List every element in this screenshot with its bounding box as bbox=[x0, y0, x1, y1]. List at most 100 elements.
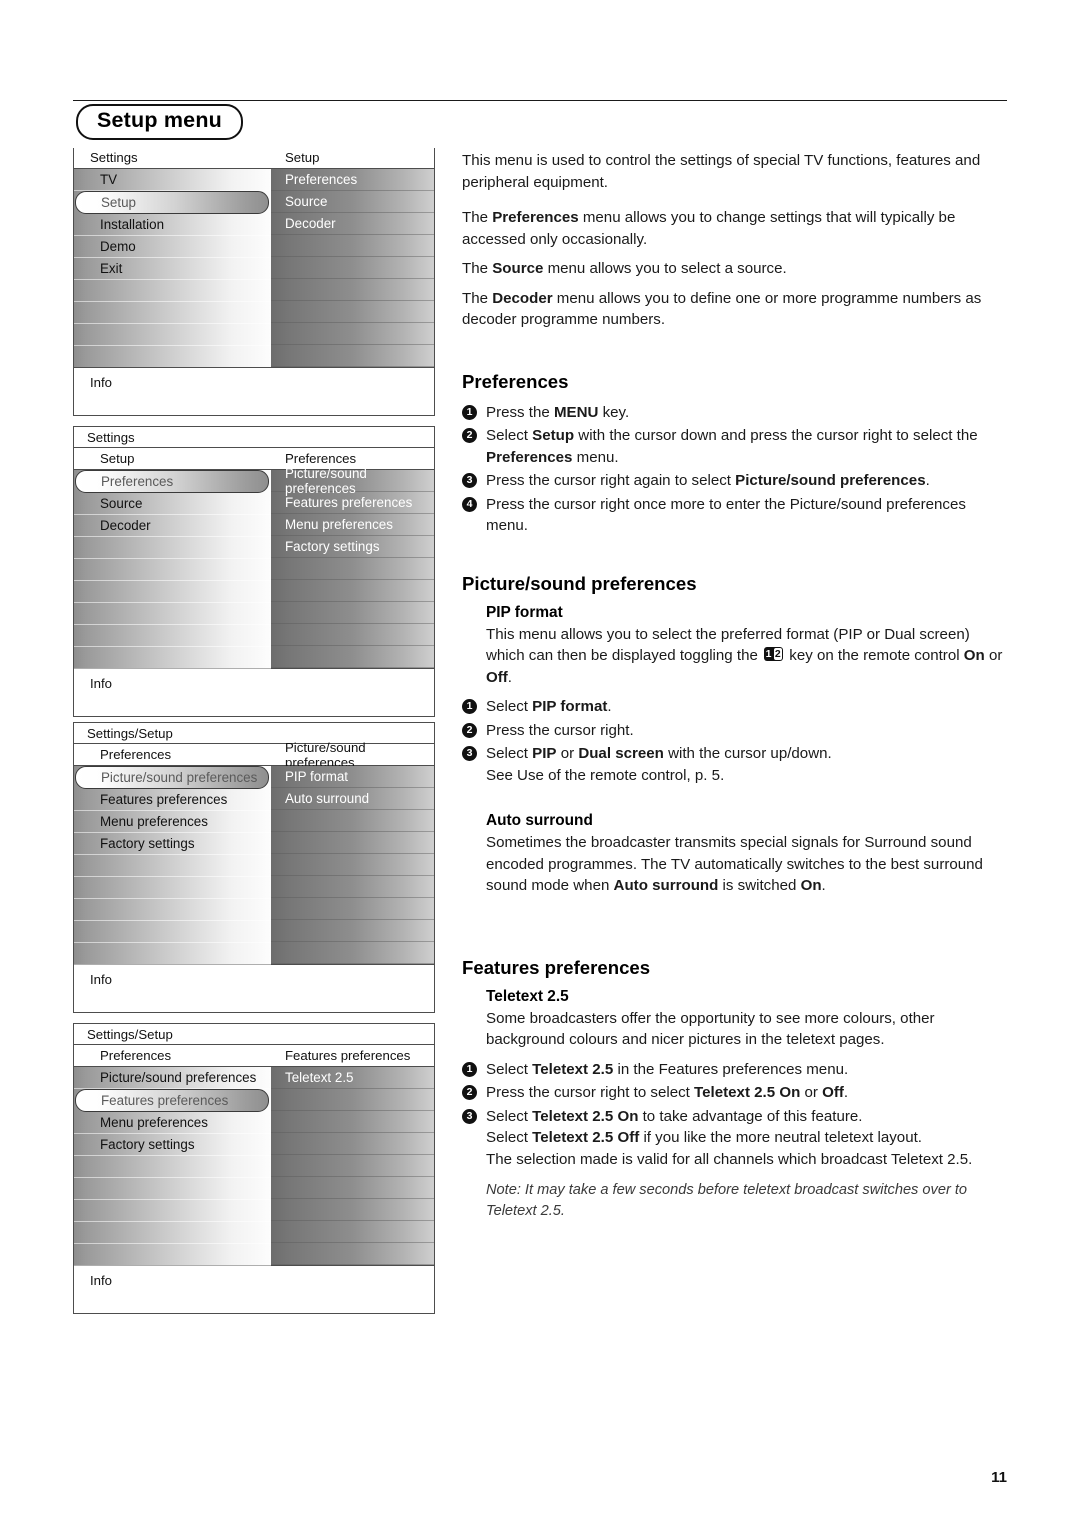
osd-list-item[interactable]: Menu preferences bbox=[74, 1112, 271, 1134]
step-number-badge: 3 bbox=[462, 473, 477, 488]
text-fragment: . bbox=[507, 668, 512, 686]
osd-list-item[interactable]: Menu preferences bbox=[74, 811, 271, 833]
osd-list-item[interactable]: PIP format bbox=[271, 766, 434, 788]
teletext-note: Note: It may take a few seconds before t… bbox=[486, 1182, 968, 1219]
osd-list-item[interactable]: Picture/sound preferences bbox=[74, 1067, 271, 1089]
osd-list-item[interactable]: Source bbox=[74, 493, 271, 515]
text-fragment: Select bbox=[486, 427, 533, 444]
osd-list-item[interactable]: Teletext 2.5 bbox=[271, 1067, 434, 1089]
osd-breadcrumb: Settings/Setup bbox=[74, 1024, 434, 1045]
osd-list-item-empty bbox=[74, 302, 271, 324]
text-bold: Teletext 2.5 On bbox=[532, 1107, 639, 1125]
osd-caption-left: Preferences bbox=[100, 747, 172, 762]
text-bold: On bbox=[963, 647, 985, 664]
heading-teletext: Teletext 2.5 bbox=[486, 987, 569, 1005]
osd-list-item-empty bbox=[74, 943, 271, 965]
osd-list-item[interactable]: Menu preferences bbox=[271, 514, 434, 536]
osd-list-item[interactable]: Installation bbox=[74, 214, 271, 236]
osd-item-label: Features preferences bbox=[101, 1093, 229, 1108]
osd-list-item[interactable]: Auto surround bbox=[271, 788, 434, 810]
osd-panel-preferences: Settings Setup Preferences Preferences S… bbox=[73, 426, 435, 717]
osd-list-item[interactable]: Picture/sound preferences bbox=[271, 466, 434, 496]
text-bold: Teletext 2.5 bbox=[532, 1060, 614, 1078]
manual-page: Setup menu Settings Setup TV Setup Insta… bbox=[0, 0, 1080, 1528]
osd-list-item-selected[interactable]: Preferences bbox=[75, 470, 269, 493]
osd-list-item-empty bbox=[74, 559, 271, 581]
step-text: Select PIP or Dual screen with the curso… bbox=[486, 743, 1010, 786]
osd-info-bar: Info bbox=[74, 367, 434, 415]
osd-info-label: Info bbox=[90, 375, 112, 390]
text-bold: Dual screen bbox=[578, 745, 664, 762]
text-fragment: Select bbox=[486, 745, 533, 762]
osd-info-bar: Info bbox=[74, 1265, 434, 1313]
osd-list-item[interactable]: Decoder bbox=[271, 213, 434, 235]
osd-list-item-selected[interactable]: Picture/sound preferences bbox=[75, 766, 269, 789]
step-number-badge: 1 bbox=[462, 404, 477, 420]
osd-right-column: PIP format Auto surround bbox=[271, 766, 434, 964]
osd-list-item[interactable]: Demo bbox=[74, 236, 271, 258]
osd-list-item[interactable]: Features preferences bbox=[271, 492, 434, 514]
osd-list-item-empty bbox=[271, 602, 434, 624]
osd-list-item-empty bbox=[74, 324, 271, 346]
osd-list-item[interactable]: Decoder bbox=[74, 515, 271, 537]
osd-item-label: Source bbox=[285, 194, 328, 209]
osd-list-item-empty bbox=[271, 301, 434, 323]
osd-body: TV Setup Installation Demo Exit Preferen… bbox=[74, 168, 434, 367]
osd-list-item-empty bbox=[74, 877, 271, 899]
osd-item-label: Menu preferences bbox=[285, 517, 393, 532]
osd-item-label: Exit bbox=[100, 261, 123, 276]
osd-list-item[interactable]: Exit bbox=[74, 258, 271, 280]
text-fragment: in the Features preferences menu. bbox=[613, 1060, 849, 1078]
osd-info-label: Info bbox=[90, 972, 112, 987]
step-number-badge: 2 bbox=[462, 722, 477, 738]
teletext-description: Some broadcasters offer the opportunity … bbox=[486, 1009, 935, 1049]
osd-item-label: Picture/sound preferences bbox=[285, 465, 367, 496]
osd-list-item[interactable]: Source bbox=[271, 191, 434, 213]
osd-list-item-empty bbox=[271, 898, 434, 920]
osd-body: Picture/sound preferences Features prefe… bbox=[74, 766, 434, 965]
osd-right-column: Picture/sound preferences Features prefe… bbox=[271, 466, 434, 668]
osd-list-item-empty bbox=[74, 899, 271, 921]
osd-list-item-empty bbox=[74, 1156, 271, 1178]
step-text: Press the cursor right once more to ente… bbox=[486, 495, 966, 535]
source-description: The Source menu allows you to select a s… bbox=[462, 258, 1010, 280]
osd-list-item-empty bbox=[271, 1155, 434, 1177]
osd-list-item-empty bbox=[271, 257, 434, 279]
text-bold: Teletext 2.5 Off bbox=[532, 1129, 640, 1146]
osd-item-label: Auto surround bbox=[285, 791, 370, 806]
osd-list-item[interactable]: Factory settings bbox=[74, 833, 271, 855]
heading-preferences: Preferences bbox=[462, 370, 569, 392]
osd-breadcrumb: Settings bbox=[74, 427, 434, 448]
step-text: Select Setup with the cursor down and pr… bbox=[486, 425, 1010, 468]
osd-list-item-empty bbox=[74, 647, 271, 669]
osd-list-item-selected[interactable]: Setup bbox=[75, 191, 269, 214]
text-bold: Preferences bbox=[492, 209, 579, 226]
osd-list-item[interactable]: Factory settings bbox=[271, 536, 434, 558]
osd-list-item[interactable]: TV bbox=[74, 169, 271, 191]
step-number-badge: 3 bbox=[462, 1108, 477, 1124]
step-text: Press the MENU key. bbox=[486, 402, 1010, 424]
osd-list-item[interactable]: Preferences bbox=[271, 169, 434, 191]
list-item: 4 Press the cursor right once more to en… bbox=[462, 494, 1010, 537]
osd-list-item-empty bbox=[74, 625, 271, 647]
text-fragment: . bbox=[843, 1084, 849, 1101]
text-fragment: or bbox=[556, 745, 579, 762]
step-text: Select Teletext 2.5 On to take advantage… bbox=[486, 1106, 1010, 1171]
osd-item-label: Picture/sound preferences bbox=[100, 1070, 257, 1085]
text-fragment: with the cursor up/down. bbox=[663, 745, 832, 762]
text-bold: MENU bbox=[553, 403, 599, 421]
osd-list-item[interactable]: Features preferences bbox=[74, 789, 271, 811]
osd-caption-right: Picture/sound preferences bbox=[285, 739, 366, 770]
list-item: 2 Press the cursor right to select Telet… bbox=[462, 1082, 1010, 1104]
text-bold: On bbox=[800, 877, 822, 894]
osd-list-item-selected[interactable]: Features preferences bbox=[75, 1089, 269, 1112]
heading-auto-surround: Auto surround bbox=[486, 812, 593, 829]
list-item: 2 Select Setup with the cursor down and … bbox=[462, 425, 1010, 468]
osd-list-item-empty bbox=[74, 537, 271, 559]
osd-info-label: Info bbox=[90, 1273, 112, 1288]
osd-list-item[interactable]: Factory settings bbox=[74, 1134, 271, 1156]
osd-list-item-empty bbox=[271, 624, 434, 646]
text-fragment: The bbox=[462, 260, 493, 277]
list-item: 1 Select PIP format. bbox=[462, 696, 1010, 718]
osd-left-column: Picture/sound preferences Features prefe… bbox=[74, 1067, 271, 1266]
